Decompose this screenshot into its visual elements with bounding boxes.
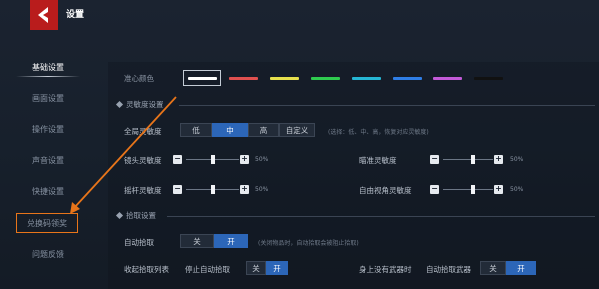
pickup-section-title: 拾取设置: [126, 211, 156, 220]
section-diamond-icon: [115, 211, 124, 220]
auto-pickup-weapon-on[interactable]: 开: [506, 261, 536, 275]
plus-icon[interactable]: +: [240, 155, 249, 164]
minus-icon[interactable]: −: [430, 155, 439, 164]
settings-panel: [108, 62, 599, 289]
no-weapon-label: 身上没有武器时: [359, 265, 412, 274]
auto-pickup-weapon-label: 自动拾取武器: [426, 265, 471, 274]
minus-icon[interactable]: −: [430, 185, 439, 194]
crosshair-color-label: 准心颜色: [124, 74, 154, 83]
slider-handle[interactable]: [471, 155, 475, 164]
crosshair-color-blue[interactable]: [393, 77, 422, 80]
auto-pickup-on[interactable]: 开: [214, 234, 248, 248]
top-bar: 设置: [0, 0, 599, 34]
crosshair-color-green[interactable]: [311, 77, 340, 80]
aim-sensitivity-slider: − + 50%: [430, 155, 530, 167]
sensitivity-section-title: 灵敏度设置: [126, 100, 164, 109]
sidebar-item-controls[interactable]: 操作设置: [14, 120, 82, 140]
sidebar-item-basic[interactable]: 基础设置: [14, 58, 82, 78]
crosshair-color-white[interactable]: [188, 77, 217, 80]
settings-screen: 设置 基础设置 画面设置 操作设置 声音设置 快捷设置 兑换码领奖 问题反馈 准…: [0, 0, 599, 289]
sensitivity-option-high[interactable]: 高: [248, 123, 279, 137]
slider-handle[interactable]: [471, 185, 475, 194]
sensitivity-option-low[interactable]: 低: [180, 123, 212, 137]
auto-pickup-weapon-off[interactable]: 关: [480, 261, 506, 275]
joystick-sensitivity-label: 摇杆灵敏度: [124, 186, 162, 195]
stop-auto-pickup-toggle: 关 开: [246, 261, 288, 275]
slider-value: 50%: [510, 186, 524, 193]
auto-pickup-hint: (关闭物品时，自动拾取会被阻止拾取): [258, 240, 359, 247]
collapse-pickup-list-label: 收起拾取列表: [124, 265, 169, 274]
slider-value: 50%: [255, 156, 269, 163]
sidebar-item-shortcuts[interactable]: 快捷设置: [14, 182, 82, 202]
crosshair-color-yellow[interactable]: [270, 77, 299, 80]
back-chevron-icon: [38, 7, 48, 23]
auto-pickup-off[interactable]: 关: [180, 234, 214, 248]
global-sensitivity-label: 全局灵敏度: [124, 127, 162, 136]
plus-icon[interactable]: +: [494, 155, 503, 164]
minus-icon[interactable]: −: [173, 185, 182, 194]
free-look-sensitivity-label: 自由视角灵敏度: [359, 186, 412, 195]
plus-icon[interactable]: +: [494, 185, 503, 194]
stop-auto-pickup-on[interactable]: 开: [266, 261, 288, 275]
camera-sensitivity-label: 镜头灵敏度: [124, 156, 162, 165]
joystick-sensitivity-slider: − + 50%: [173, 185, 273, 197]
auto-pickup-toggle: 关 开: [180, 234, 248, 248]
global-sensitivity-hint: (选择：低、中、高，恢复对应灵敏度): [328, 129, 429, 136]
crosshair-color-black[interactable]: [474, 77, 503, 80]
sidebar-item-graphics[interactable]: 画面设置: [14, 89, 82, 109]
plus-icon[interactable]: +: [240, 185, 249, 194]
camera-sensitivity-slider: − + 50%: [173, 155, 273, 167]
crosshair-color-red[interactable]: [229, 77, 258, 80]
slider-handle[interactable]: [210, 155, 215, 164]
sensitivity-option-custom[interactable]: 自定义: [279, 123, 315, 137]
sidebar-nav: 基础设置 画面设置 操作设置 声音设置 快捷设置 兑换码领奖 问题反馈: [0, 50, 100, 289]
sensitivity-section-header: 灵敏度设置: [115, 99, 595, 111]
section-diamond-icon: [115, 100, 124, 109]
slider-value: 50%: [510, 156, 524, 163]
section-divider: [167, 216, 595, 217]
sensitivity-option-mid[interactable]: 中: [212, 123, 248, 137]
slider-value: 50%: [255, 186, 269, 193]
slider-track: [443, 159, 493, 160]
slider-handle[interactable]: [210, 185, 215, 194]
stop-auto-pickup-label: 停止自动拾取: [185, 265, 230, 274]
stop-auto-pickup-off[interactable]: 关: [246, 261, 266, 275]
back-button[interactable]: [30, 0, 58, 30]
crosshair-color-cyan[interactable]: [352, 77, 381, 80]
auto-pickup-label: 自动拾取: [124, 238, 154, 247]
slider-track: [443, 189, 493, 190]
section-divider: [179, 105, 595, 106]
sidebar-item-feedback[interactable]: 问题反馈: [14, 245, 82, 265]
auto-pickup-weapon-toggle: 关 开: [480, 261, 536, 275]
aim-sensitivity-label: 瞄准灵敏度: [359, 156, 397, 165]
minus-icon[interactable]: −: [173, 155, 182, 164]
sidebar-item-sound[interactable]: 声音设置: [14, 151, 82, 171]
sidebar-item-redeem-code[interactable]: 兑换码领奖: [16, 213, 78, 233]
free-look-sensitivity-slider: − + 50%: [430, 185, 530, 197]
global-sensitivity-selector: 低 中 高 自定义: [180, 123, 315, 137]
page-title: 设置: [66, 10, 85, 20]
pickup-section-header: 拾取设置: [115, 210, 595, 222]
crosshair-color-purple[interactable]: [433, 77, 462, 80]
